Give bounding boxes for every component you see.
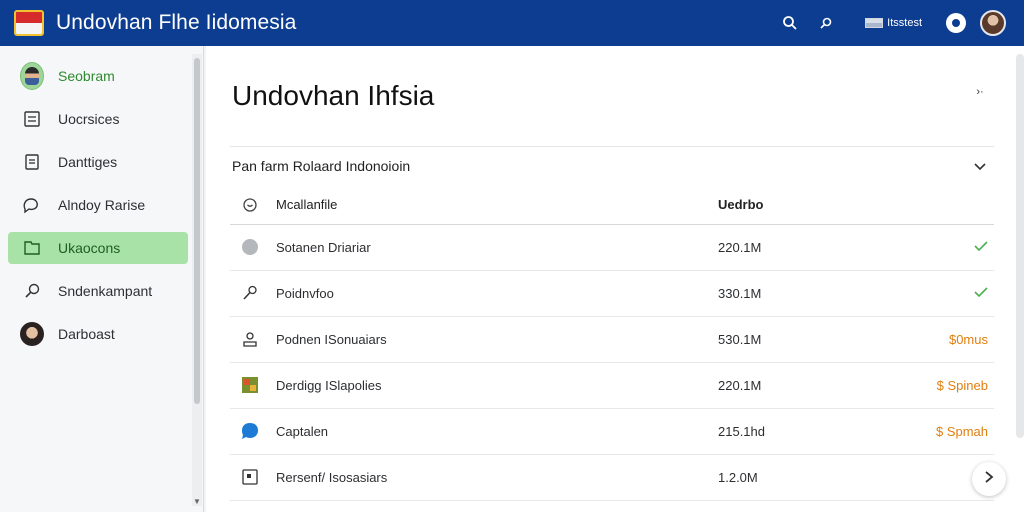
flag-icon xyxy=(865,18,884,28)
row-status: $0mus xyxy=(858,316,994,363)
sidebar-item-label: Uocrsices xyxy=(58,111,120,127)
row-value: 1.2.0M xyxy=(718,454,858,501)
column-header-status xyxy=(858,186,994,225)
row-name: Rersenf/ Isosasiars xyxy=(266,454,718,501)
search-icon xyxy=(20,279,44,303)
search-icon[interactable] xyxy=(779,12,801,34)
sidebar-item-danttiges[interactable]: Danttiges xyxy=(8,146,188,178)
scroll-down-arrow-icon[interactable]: ▼ xyxy=(193,497,201,506)
sidebar-scrollbar[interactable]: ▼ xyxy=(192,54,202,506)
column-header-name[interactable]: Mcallanfile xyxy=(266,186,718,225)
sidebar-item-label: Seobram xyxy=(58,68,115,84)
check-icon xyxy=(974,286,988,301)
column-header-value[interactable]: Uedrbo xyxy=(718,186,858,225)
document-icon xyxy=(20,107,44,131)
chat-bubble-icon xyxy=(240,421,260,441)
page-menu-button[interactable]: ›· xyxy=(970,82,990,102)
row-name: Podnen ISonuaiars xyxy=(266,316,718,363)
check-icon xyxy=(974,240,988,255)
table-row[interactable]: Captalen 215.1hd $ Spmah xyxy=(230,408,994,455)
table-row[interactable]: Poidnvfoo 330.1M xyxy=(230,270,994,317)
table-row[interactable]: Sotanen Driariar 220.1M xyxy=(230,224,994,271)
table-header-row: Mcallanfile Uedrbo xyxy=(230,186,994,225)
magnifier-icon[interactable] xyxy=(815,12,837,34)
sidebar-item-ukaocons[interactable]: Ukaocons xyxy=(8,232,188,264)
row-value: 215.1hd xyxy=(718,408,858,455)
section-title: Pan farm Rolaard Indonoioin xyxy=(232,158,411,174)
divider xyxy=(230,146,994,147)
sidebar-item-label: Sndenkampant xyxy=(58,283,153,299)
sidebar-item-sndenkampant[interactable]: Sndenkampant xyxy=(8,275,188,307)
row-value: 530.1M xyxy=(718,316,858,363)
page-title: Undovhan Ihfsia xyxy=(232,80,435,111)
language-label: Itsstest xyxy=(887,17,922,29)
next-page-button[interactable] xyxy=(972,462,1006,496)
help-icon[interactable] xyxy=(946,13,966,33)
row-value: 330.1M xyxy=(718,270,858,317)
scrollbar-thumb[interactable] xyxy=(194,58,200,404)
sidebar-item-darboast[interactable]: Darboast xyxy=(8,318,188,350)
row-status: $ Spmah xyxy=(858,408,994,455)
chevron-down-icon[interactable] xyxy=(972,158,990,176)
sidebar-item-label: Ukaocons xyxy=(58,240,121,256)
main-panel: Undovhan Ihfsia ›· Pan farm Rolaard Indo… xyxy=(206,46,1024,512)
pen-icon xyxy=(240,283,260,303)
chevron-right-icon xyxy=(983,470,995,489)
chat-icon xyxy=(20,193,44,217)
folder-icon xyxy=(20,236,44,260)
circle-icon xyxy=(240,237,260,257)
avatar-icon xyxy=(20,322,44,346)
row-name: Captalen xyxy=(266,408,718,455)
sidebar-item-label: Alndoy Rarise xyxy=(58,197,146,213)
app-title: Undovhan Flhe Iidomesia xyxy=(56,11,297,34)
avatar-icon xyxy=(20,62,44,90)
row-value: 220.1M xyxy=(718,362,858,409)
flag-logo-icon[interactable] xyxy=(14,10,44,36)
sidebar-item-profile[interactable]: Seobram xyxy=(8,60,188,92)
user-avatar[interactable] xyxy=(980,10,1006,36)
sidebar-item-label: Danttiges xyxy=(58,154,118,170)
table-row[interactable]: Derdigg ISlapolies 220.1M $ Spineb xyxy=(230,362,994,409)
table-row[interactable]: Podnen ISonuaiars 530.1M $0mus xyxy=(230,316,994,363)
image-icon xyxy=(240,375,260,395)
clock-icon xyxy=(240,195,260,215)
row-name: Sotanen Driariar xyxy=(266,224,718,271)
sidebar-nav: Seobram Uocrsices Danttiges Alndoy Raris… xyxy=(8,60,188,361)
box-icon xyxy=(240,467,260,487)
sidebar-item-uocrsices[interactable]: Uocrsices xyxy=(8,103,188,135)
language-selector[interactable]: Itsstest xyxy=(865,17,922,29)
main-scrollbar[interactable] xyxy=(1016,54,1024,438)
row-name: Derdigg ISlapolies xyxy=(266,362,718,409)
row-status: $ Spineb xyxy=(858,362,994,409)
row-value: 220.1M xyxy=(718,224,858,271)
top-bar: Undovhan Flhe Iidomesia Itsstest xyxy=(0,0,1024,46)
file-table: Mcallanfile Uedrbo Sotanen Driariar 220.… xyxy=(230,186,994,501)
sidebar: Seobram Uocrsices Danttiges Alndoy Raris… xyxy=(0,46,204,512)
note-icon xyxy=(20,150,44,174)
sidebar-item-label: Darboast xyxy=(58,326,115,342)
sidebar-item-alndoy-rarise[interactable]: Alndoy Rarise xyxy=(8,189,188,221)
person-icon xyxy=(240,329,260,349)
row-name: Poidnvfoo xyxy=(266,270,718,317)
table-row[interactable]: Rersenf/ Isosasiars 1.2.0M xyxy=(230,454,994,501)
